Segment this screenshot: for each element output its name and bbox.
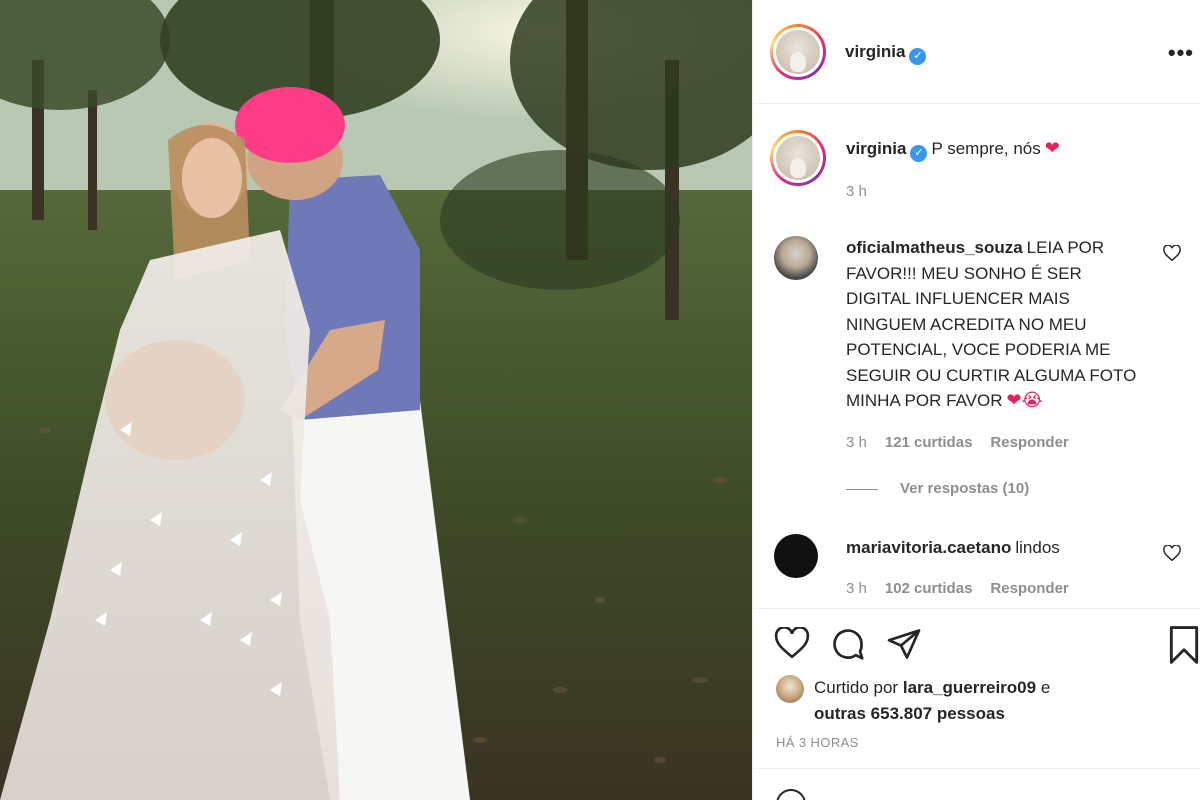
- couple-photo-illustration: [0, 0, 752, 800]
- comment-like-icon[interactable]: [1163, 244, 1181, 266]
- like-heart-icon[interactable]: [774, 625, 810, 664]
- share-paper-plane-icon[interactable]: [886, 626, 922, 667]
- caption: virginia ✓ P sempre, nós ❤: [846, 138, 1060, 162]
- comment-body: LEIA POR FAVOR!!! MEU SONHO É SER DIGITA…: [846, 238, 1137, 410]
- post-header: virginia ✓ •••: [752, 0, 1200, 104]
- comment: mariavitoria.caetano lindos: [846, 535, 1146, 561]
- comment-body: lindos: [1015, 538, 1060, 557]
- comment-username[interactable]: oficialmatheus_souza: [846, 238, 1023, 257]
- comment-like-icon[interactable]: [1163, 544, 1181, 566]
- commenter-avatar[interactable]: [774, 534, 818, 578]
- likes-count-link[interactable]: outras 653.807 pessoas: [814, 704, 1005, 723]
- comment-meta: 3 h 102 curtidas Responder: [846, 580, 1069, 597]
- comment-likes[interactable]: 102 curtidas: [885, 580, 973, 597]
- view-replies-button[interactable]: Ver respostas (10): [846, 480, 1029, 497]
- liked-by: Curtido por lara_guerreiro09 e outras 65…: [814, 678, 1051, 723]
- comment-bubble-icon[interactable]: [830, 626, 866, 667]
- author-username[interactable]: virginia ✓: [845, 42, 927, 65]
- verified-badge-icon: ✓: [909, 48, 927, 65]
- post-timestamp[interactable]: HÁ 3 HORAS: [776, 735, 859, 750]
- reply-button[interactable]: Responder: [990, 434, 1068, 451]
- comment-username[interactable]: mariavitoria.caetano: [846, 538, 1011, 557]
- liker-avatar[interactable]: [776, 675, 804, 703]
- commenter-avatar[interactable]: [774, 236, 818, 280]
- caption-username[interactable]: virginia: [846, 139, 906, 158]
- verified-badge-icon: ✓: [910, 145, 928, 162]
- caption-avatar[interactable]: [770, 130, 826, 186]
- post-photo[interactable]: [0, 0, 752, 800]
- caption-text: P sempre, nós: [931, 139, 1041, 158]
- author-avatar[interactable]: [770, 24, 826, 80]
- comment: oficialmatheus_souza LEIA POR FAVOR!!! ME…: [846, 235, 1146, 414]
- more-options-icon[interactable]: •••: [1168, 40, 1194, 66]
- comment-meta: 3 h 121 curtidas Responder: [846, 434, 1069, 451]
- comment-emoji: ❤😭: [1006, 390, 1043, 410]
- broken-heart-emoji: ❤: [1044, 138, 1060, 158]
- add-comment-bar: [752, 768, 1200, 800]
- reply-button[interactable]: Responder: [990, 580, 1068, 597]
- comment-likes[interactable]: 121 curtidas: [885, 434, 973, 451]
- emoji-picker-icon[interactable]: [776, 789, 806, 800]
- caption-time: 3 h: [846, 183, 867, 200]
- bookmark-icon[interactable]: [1168, 626, 1200, 669]
- liker-username[interactable]: lara_guerreiro09: [903, 678, 1036, 697]
